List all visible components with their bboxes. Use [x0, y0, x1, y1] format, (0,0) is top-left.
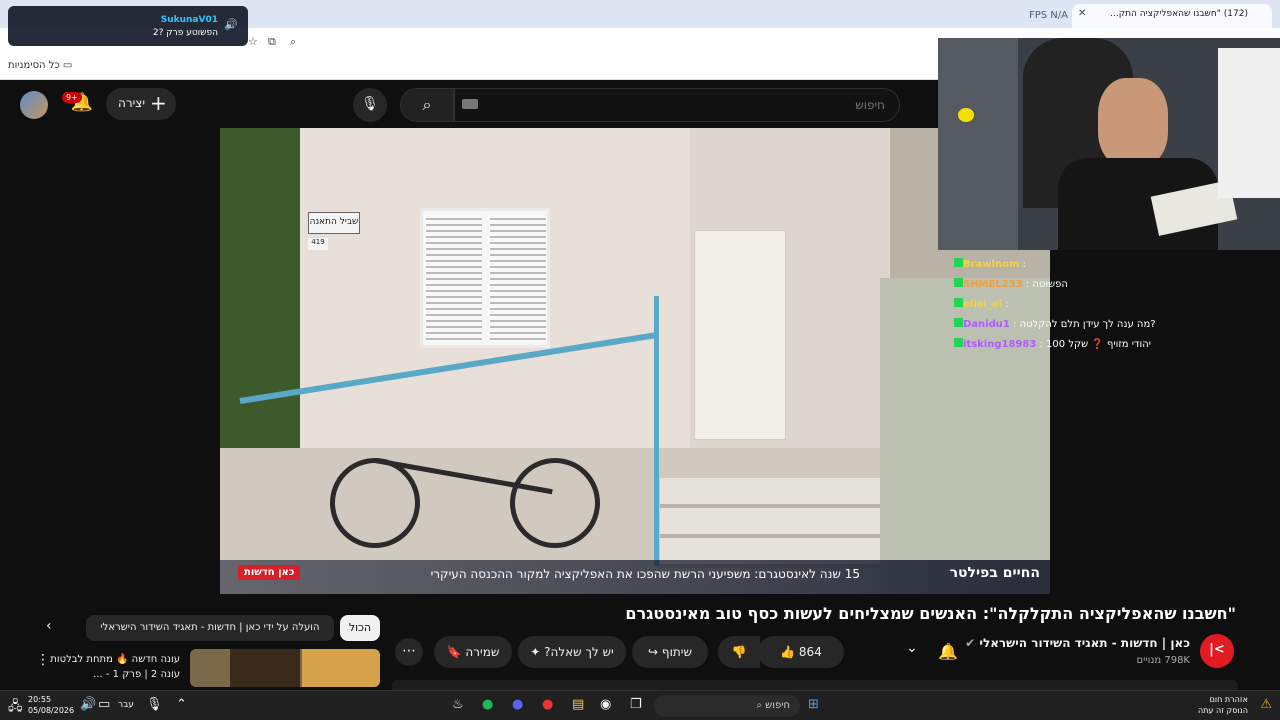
windows-start-icon[interactable]: ⊞	[808, 697, 819, 712]
fps-counter: FPS N/A	[1028, 10, 1068, 21]
create-label: יצירה	[118, 96, 146, 110]
close-tab-icon[interactable]: ✕	[1078, 8, 1086, 19]
search-button[interactable]: ⌕	[400, 88, 454, 122]
notification-count-badge: 9+	[62, 92, 82, 103]
channel-avatar[interactable]: |<	[1200, 634, 1234, 668]
street-sign: שביל התאנה	[308, 212, 360, 234]
discord-icon[interactable]: ●	[512, 697, 523, 712]
plus-icon: +	[150, 91, 167, 115]
video-player[interactable]: שביל התאנה 419	[220, 128, 1050, 594]
mod-badge-icon	[954, 258, 963, 267]
avatar[interactable]	[20, 91, 48, 119]
video-title: "חשבנו שהאפליקציה התקלקלה": האנשים שמצלי…	[625, 604, 1236, 623]
recommended-thumbnail[interactable]	[190, 649, 380, 687]
all-bookmarks-link[interactable]: כל הסימניות ▭	[8, 60, 72, 71]
network-icon[interactable]: 🖧	[8, 697, 23, 719]
chevron-down-icon[interactable]: ⌄	[906, 640, 918, 656]
warning-icon[interactable]: ⚠	[1260, 697, 1272, 712]
mic-icon[interactable]: 🎙	[146, 697, 163, 712]
mod-badge-icon	[954, 318, 963, 327]
volume-icon[interactable]: 🔊	[80, 697, 96, 712]
task-view-icon[interactable]: ❐	[630, 697, 642, 712]
stream-chat: Brawlnom : SHMEL233 : הפשוטה eliel_el : …	[938, 250, 1280, 360]
windows-taskbar: 🖧 20:55 05/08/2026 🔊 ▭ עבר 🎙 ⌃ ♨ ● ● ● ▤ …	[0, 690, 1280, 720]
like-button[interactable]: 864 👍	[758, 636, 844, 668]
recommended-title[interactable]: עונה חדשה 🔥 מתחת לבלטות עונה 2 | פרק 1 -…	[40, 652, 180, 682]
app-icon[interactable]: ●	[542, 697, 553, 712]
display-icon[interactable]: ▭	[98, 697, 110, 712]
brand-tag: כאן חדשות	[238, 565, 301, 580]
tab-title: (172) "חשבנו שהאפליקציה התק...	[1110, 9, 1248, 19]
taskbar-search[interactable]: חיפוש ⌕	[654, 695, 800, 717]
channel-name[interactable]: כאן | חדשות - תאגיד השידור הישראלי ✔	[965, 636, 1190, 650]
subscriber-count: 798K מנויים	[1136, 655, 1190, 666]
more-vertical-icon[interactable]: ⋮	[36, 652, 50, 668]
extension-icon[interactable]: ⧉	[268, 35, 276, 49]
search-box[interactable]	[454, 88, 900, 122]
alert-message: הפשוטע פרק ?2	[152, 28, 218, 38]
chat-message: eliel_el :	[950, 298, 1009, 310]
language-indicator[interactable]: עבר	[118, 700, 134, 710]
star-icon[interactable]: ☆	[248, 35, 258, 48]
webcam-overlay	[938, 38, 1280, 250]
mod-badge-icon	[954, 278, 963, 287]
lower-third-headline: 15 שנה לאינסטגרם: משפיעני הרשת שהפכו את …	[430, 567, 860, 581]
chevron-left-icon[interactable]: ‹	[46, 618, 52, 634]
keyboard-icon[interactable]	[462, 99, 478, 109]
ask-button[interactable]: יש לך שאלה? ✦	[518, 636, 626, 668]
voice-search-mic-icon[interactable]: 🎙	[353, 88, 387, 122]
stream-alert-widget: SukunaV01 הפשוטע פרק ?2 🔊	[8, 6, 248, 46]
comments-section	[392, 680, 1238, 690]
chat-message: itsking18983 : 100 יהודי מזויף ❓ שקל	[950, 338, 1151, 350]
create-button[interactable]: יצירה +	[106, 88, 176, 120]
search-input[interactable]	[455, 89, 899, 121]
mod-badge-icon	[954, 298, 963, 307]
speaker-icon: 🔊	[224, 18, 238, 31]
subscription-bell-icon[interactable]: 🔔	[928, 636, 968, 668]
news-lower-third: החיים בפילטר 15 שנה לאינסטגרם: משפיעני ה…	[220, 560, 1050, 594]
more-actions-icon[interactable]: ⋯	[395, 638, 423, 666]
zoom-icon[interactable]: ⌕	[290, 35, 296, 49]
steam-icon[interactable]: ♨	[452, 697, 464, 712]
spotify-icon[interactable]: ●	[482, 697, 493, 712]
browser-tab-active[interactable]: (172) "חשבנו שהאפליקציה התק... ✕	[1072, 4, 1272, 28]
share-button[interactable]: שיתוף ↪	[632, 636, 708, 668]
weather-widget[interactable]: אזהרת חום הנוסק זה עתה	[1198, 694, 1248, 716]
alert-username: SukunaV01	[160, 15, 218, 25]
chevron-up-icon[interactable]: ⌃	[176, 697, 187, 712]
house-number: 419	[308, 238, 328, 250]
clock[interactable]: 20:55 05/08/2026	[28, 694, 74, 716]
notepad-icon[interactable]: ▤	[572, 697, 584, 712]
chrome-icon[interactable]: ◉	[600, 697, 611, 712]
chat-message: Danidu1 : מה ענה לך עידן תלם להקלטה?	[950, 318, 1156, 330]
show-name: החיים בפילטר	[949, 565, 1040, 581]
chip-uploaded-by[interactable]: הועלה על ידי כאן | חדשות - תאגיד השידור …	[86, 615, 334, 641]
chip-all[interactable]: הכול	[340, 615, 380, 641]
dislike-button[interactable]: 👎	[718, 636, 760, 668]
save-button[interactable]: שמירה 🔖	[434, 636, 512, 668]
search-icon: ⌕	[422, 95, 432, 114]
player-letterbox	[0, 128, 220, 594]
mod-badge-icon	[954, 338, 963, 347]
chat-message: Brawlnom :	[950, 258, 1026, 270]
chat-message: SHMEL233 : הפשוטה	[950, 278, 1068, 290]
